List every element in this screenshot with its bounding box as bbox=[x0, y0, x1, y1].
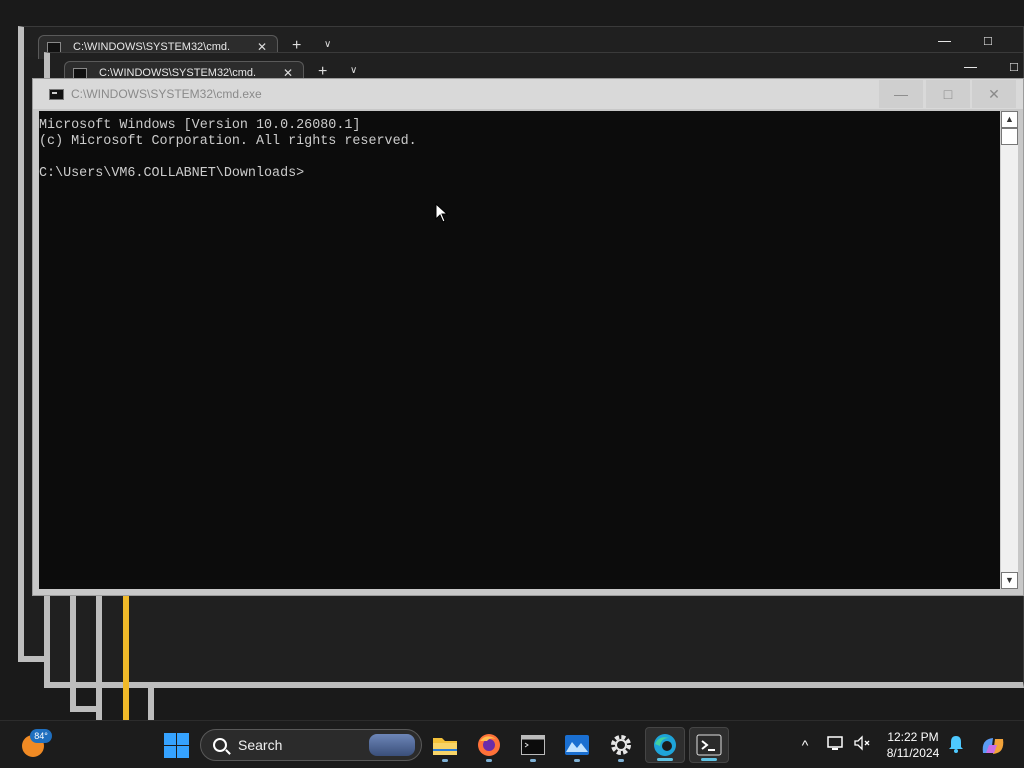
network-icon[interactable] bbox=[826, 735, 846, 755]
console-line: (c) Microsoft Corporation. All rights re… bbox=[39, 134, 417, 149]
window-edge bbox=[148, 686, 154, 720]
console-line: Microsoft Windows [Version 10.0.26080.1] bbox=[39, 118, 361, 133]
notification-bell-icon[interactable] bbox=[946, 735, 966, 755]
folder-icon bbox=[433, 738, 457, 755]
minimize-button[interactable]: — bbox=[964, 59, 977, 74]
search-icon bbox=[213, 738, 227, 752]
search-label: Search bbox=[238, 737, 283, 753]
window-edge bbox=[96, 596, 102, 720]
running-indicator bbox=[530, 759, 536, 762]
running-indicator bbox=[618, 759, 624, 762]
show-hidden-icons-button[interactable]: ^ bbox=[795, 735, 815, 755]
copilot-icon[interactable] bbox=[980, 735, 1006, 755]
running-indicator bbox=[701, 758, 717, 761]
windows-logo-icon bbox=[164, 733, 176, 745]
taskbar: 84° Search ^ 12:22 PM 8/11/2024 bbox=[0, 720, 1024, 768]
minimize-button[interactable]: — bbox=[938, 33, 951, 48]
running-indicator bbox=[486, 759, 492, 762]
photo-icon bbox=[565, 735, 589, 755]
cmd-icon bbox=[521, 735, 545, 755]
firefox-button[interactable] bbox=[471, 727, 507, 763]
terminal-icon bbox=[696, 734, 722, 756]
vertical-scrollbar[interactable]: ▲ ▼ bbox=[1000, 111, 1018, 589]
gear-icon bbox=[611, 735, 631, 755]
weather-widget[interactable]: 84° bbox=[20, 729, 52, 759]
maximize-button[interactable]: □ bbox=[1010, 59, 1018, 74]
weather-temperature: 84° bbox=[30, 729, 52, 743]
minimize-button[interactable]: — bbox=[879, 80, 923, 108]
edge-icon bbox=[654, 734, 676, 756]
volume-muted-icon[interactable] bbox=[852, 735, 872, 755]
cmd-icon bbox=[49, 89, 64, 100]
edge-button[interactable] bbox=[645, 727, 685, 763]
console-output[interactable]: Microsoft Windows [Version 10.0.26080.1]… bbox=[39, 111, 1000, 589]
window-edge bbox=[70, 596, 76, 712]
clock-time: 12:22 PM bbox=[887, 730, 939, 744]
window-edge-yellow bbox=[123, 596, 129, 720]
scroll-down-button[interactable]: ▼ bbox=[1001, 572, 1018, 589]
title-bar[interactable]: C:\WINDOWS\SYSTEM32\cmd.exe — □ ✕ bbox=[33, 79, 1023, 109]
tab-menu-button[interactable]: ∨ bbox=[324, 39, 331, 50]
tab-menu-button[interactable]: ∨ bbox=[350, 65, 357, 76]
firefox-icon bbox=[478, 734, 500, 756]
terminal-button[interactable] bbox=[689, 727, 729, 763]
clock-date: 8/11/2024 bbox=[886, 746, 940, 760]
close-button[interactable]: ✕ bbox=[972, 80, 1016, 108]
file-explorer-button[interactable] bbox=[427, 727, 463, 763]
command-prompt-button[interactable] bbox=[515, 727, 551, 763]
running-indicator bbox=[574, 759, 580, 762]
scroll-thumb[interactable] bbox=[1001, 128, 1018, 145]
taskbar-clock[interactable]: 12:22 PM 8/11/2024 bbox=[880, 729, 946, 761]
windows-logo-pane bbox=[177, 733, 189, 745]
scroll-up-button[interactable]: ▲ bbox=[1001, 111, 1018, 128]
maximize-button[interactable]: □ bbox=[984, 33, 992, 48]
windows-logo-pane bbox=[177, 746, 189, 758]
running-indicator bbox=[657, 758, 673, 761]
maximize-button[interactable]: □ bbox=[926, 80, 970, 108]
taskbar-search[interactable]: Search bbox=[200, 729, 422, 761]
search-highlight-image bbox=[369, 734, 415, 756]
settings-button[interactable] bbox=[603, 727, 639, 763]
window-title: C:\WINDOWS\SYSTEM32\cmd.exe bbox=[71, 87, 262, 101]
start-button[interactable] bbox=[162, 731, 190, 759]
running-indicator bbox=[442, 759, 448, 762]
windows-logo-pane bbox=[164, 746, 176, 758]
mouse-pointer-icon bbox=[435, 203, 449, 223]
photos-button[interactable] bbox=[559, 727, 595, 763]
command-prompt[interactable]: C:\Users\VM6.COLLABNET\Downloads> bbox=[39, 166, 1000, 182]
cmd-window[interactable]: C:\WINDOWS\SYSTEM32\cmd.exe — □ ✕ Micros… bbox=[32, 78, 1024, 596]
